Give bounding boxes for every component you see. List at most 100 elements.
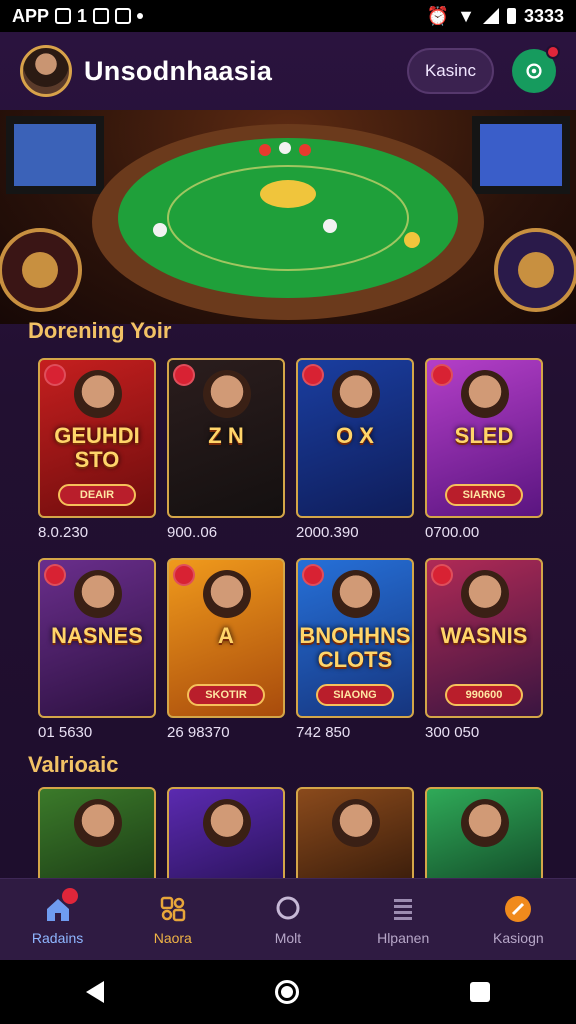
game-card[interactable]: O X: [296, 358, 414, 518]
game-amount: 8.0.230: [38, 524, 89, 541]
alarm-icon: ⏰: [426, 5, 450, 26]
game-character-art: [461, 570, 509, 618]
status-app-icon: [55, 8, 72, 24]
home-button-icon[interactable]: [274, 980, 299, 1004]
header-pill-button[interactable]: Kasinc: [406, 48, 494, 94]
gear-icon: [526, 63, 542, 79]
game-title: Z N: [208, 423, 244, 448]
game-character-art: [74, 799, 122, 847]
game-tile[interactable]: A SKOTIR 26 98370: [167, 558, 285, 744]
game-card[interactable]: GEUHDI STO DEAIR: [38, 358, 156, 518]
nav-item-list[interactable]: Hlpanen: [346, 894, 461, 946]
game-character-art: [74, 370, 122, 418]
section-title-2: Valrioaic: [28, 752, 119, 777]
game-play-button[interactable]: SIAONG: [316, 684, 394, 706]
game-card[interactable]: Z N: [167, 358, 285, 518]
roulette-left-center: [22, 252, 58, 288]
nav-item-promo[interactable]: Kasiogn: [461, 894, 576, 946]
game-character-art: [461, 370, 509, 418]
game-character-art: [203, 370, 251, 418]
nav-label-search: Molt: [274, 929, 302, 946]
hero-banner[interactable]: [0, 110, 576, 324]
game-card[interactable]: BNOHHNS CLOTS SIAONG: [296, 558, 414, 718]
status-digit: 1: [77, 5, 88, 26]
game-character-art: [203, 570, 251, 618]
notification-dot: [546, 45, 560, 59]
game-card[interactable]: WASNIS 990600: [425, 558, 543, 718]
game-badge: [44, 564, 66, 586]
game-badge: [302, 564, 324, 586]
game-tile[interactable]: O X 2000.390: [296, 358, 414, 544]
system-nav-bar: [0, 960, 576, 1024]
status-time: 3333: [523, 5, 564, 26]
game-play-button[interactable]: SIARNG: [445, 484, 523, 506]
game-tile[interactable]: BNOHHNS CLOTS SIAONG 742 850: [296, 558, 414, 744]
slot-machine-left: [6, 116, 104, 194]
app-header: Unsodnhaasia Kasinc: [0, 32, 576, 110]
game-card[interactable]: NASNES: [38, 558, 156, 718]
recent-apps-icon[interactable]: [470, 982, 491, 1002]
nav-label-list: Hlpanen: [377, 929, 430, 946]
game-play-button[interactable]: SKOTIR: [187, 684, 265, 706]
chip: [404, 232, 420, 248]
bottom-nav: Radains Naora Molt Hlpanen Kasiogn: [0, 878, 576, 960]
list-icon: [388, 894, 418, 924]
game-badge: [173, 364, 195, 386]
game-title: O X: [336, 423, 374, 448]
game-grid-row-2: NASNES 01 5630 A SKOTIR 26 98370 BNOHHNS CLOT…: [38, 558, 543, 744]
game-character-art: [332, 370, 380, 418]
game-badge: [44, 364, 66, 386]
table-center-logo: [260, 180, 316, 208]
game-amount: 2000.390: [296, 524, 359, 541]
game-tile[interactable]: NASNES 01 5630: [38, 558, 156, 744]
game-character-art: [332, 570, 380, 618]
battery-icon: [506, 8, 516, 24]
game-character-art: [74, 570, 122, 618]
status-bar: APP 1 ⏰ ▼ 3333: [0, 0, 576, 32]
chip: [323, 219, 337, 233]
status-dot-icon: [137, 13, 144, 19]
nav-item-search[interactable]: Molt: [230, 894, 345, 946]
game-character-art: [332, 799, 380, 847]
game-play-button[interactable]: DEAIR: [58, 484, 136, 506]
settings-button[interactable]: [512, 45, 560, 93]
signal-icon: [482, 8, 499, 24]
slot-machine-right: [472, 116, 570, 194]
game-tile[interactable]: SLED SIARNG 0700.00: [425, 358, 543, 544]
search-icon: [273, 894, 303, 924]
game-character-art: [461, 799, 509, 847]
game-amount: 900..06: [167, 524, 218, 541]
nav-item-games[interactable]: Naora: [115, 894, 230, 946]
nav-label-games: Naora: [153, 929, 192, 946]
back-icon[interactable]: [85, 981, 104, 1003]
roulette-right-center: [518, 252, 554, 288]
status-image-icon: [115, 8, 132, 24]
status-app-label: APP: [12, 5, 50, 26]
game-title: NASNES: [51, 623, 143, 648]
game-play-button[interactable]: 990600: [445, 684, 523, 706]
game-tile[interactable]: WASNIS 990600 300 050: [425, 558, 543, 744]
nav-label-promo: Kasiogn: [493, 929, 544, 946]
app-title: Unsodnhaasia: [84, 55, 273, 86]
game-tile[interactable]: GEUHDI STO DEAIR 8.0.230: [38, 358, 156, 544]
chip: [259, 144, 271, 156]
game-title: SLED: [454, 423, 514, 448]
status-calendar-icon: [93, 8, 110, 24]
app-screen: Unsodnhaasia Kasinc Dorening Yoir GEUHDI…: [0, 32, 576, 960]
avatar[interactable]: [20, 45, 72, 97]
casino-table-illustration: [0, 116, 576, 320]
nav-badge: [62, 887, 79, 904]
game-title: BNOHHNS CLOTS: [299, 623, 411, 673]
game-badge: [173, 564, 195, 586]
game-amount: 742 850: [296, 724, 351, 741]
chip: [279, 142, 291, 154]
chip: [153, 223, 167, 237]
game-title: A: [218, 623, 234, 648]
nav-item-home[interactable]: Radains: [0, 887, 115, 946]
game-badge: [431, 364, 453, 386]
game-card[interactable]: A SKOTIR: [167, 558, 285, 718]
game-tile[interactable]: Z N 900..06: [167, 358, 285, 544]
game-card[interactable]: SLED SIARNG: [425, 358, 543, 518]
section-title-1: Dorening Yoir: [28, 318, 172, 343]
nav-label-home: Radains: [31, 929, 84, 946]
